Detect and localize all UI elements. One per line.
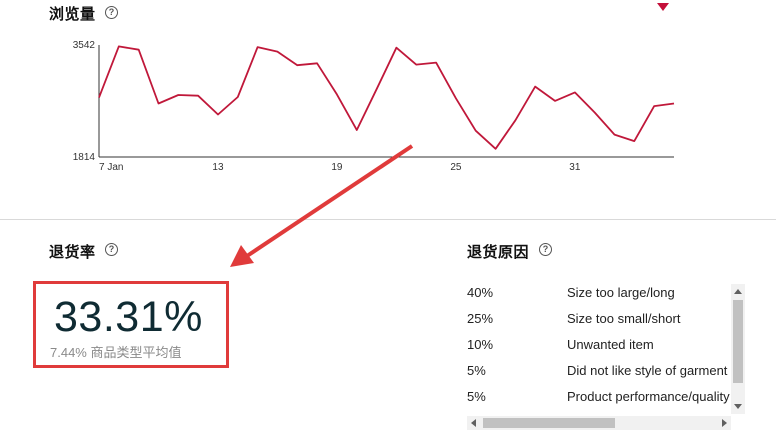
reason-percent: 40% <box>467 285 494 300</box>
y-tick-label: 3542 <box>73 40 96 51</box>
x-tick-label: 19 <box>331 162 343 173</box>
reason-percent: 5% <box>467 389 486 404</box>
question-circle-icon[interactable]: ? <box>539 243 552 256</box>
scroll-left-icon[interactable] <box>471 419 476 427</box>
reason-percent: 25% <box>467 311 494 326</box>
x-tick-label: 25 <box>450 162 462 173</box>
x-tick-label: 13 <box>212 162 224 173</box>
reason-percent: 10% <box>467 337 494 352</box>
scroll-up-icon[interactable] <box>734 289 742 294</box>
reason-label: Unwanted item <box>567 337 654 352</box>
section-divider <box>0 219 776 220</box>
vertical-scrollbar[interactable] <box>731 284 745 414</box>
pageviews-title: 浏览量 <box>49 6 96 23</box>
return-rate-highlight-box: 33.31% 7.44% 商品类型平均值 <box>33 281 229 368</box>
scrollbar-thumb[interactable] <box>483 418 615 428</box>
reason-label: Product performance/quality <box>567 389 730 404</box>
reason-label: Did not like style of garment <box>567 363 728 378</box>
return-rate-benchmark: 7.44% 商品类型平均值 <box>50 345 182 360</box>
return-rate-title: 退货率 <box>49 244 96 261</box>
question-circle-icon[interactable]: ? <box>105 6 118 19</box>
x-tick-label: 31 <box>569 162 581 173</box>
x-tick-label: 7 Jan <box>99 162 123 173</box>
return-reasons-title: 退货原因 <box>467 244 530 261</box>
scrollbar-thumb[interactable] <box>733 300 743 383</box>
y-tick-label: 1814 <box>73 152 96 163</box>
scroll-right-icon[interactable] <box>722 419 727 427</box>
return-reasons-list[interactable]: 40% Size too large/long 25% Size too sma… <box>467 283 731 415</box>
arrow-head <box>230 245 254 267</box>
triangle-down-icon[interactable] <box>657 3 669 11</box>
reason-label: Size too small/short <box>567 311 681 326</box>
series-line <box>98 45 675 150</box>
pageviews-line-chart: 3542 18147 Jan 13 19 25 31 <box>73 40 675 173</box>
reason-percent: 5% <box>467 363 486 378</box>
scroll-down-icon[interactable] <box>734 404 742 409</box>
reason-label: Size too large/long <box>567 285 675 300</box>
question-circle-icon[interactable]: ? <box>105 243 118 256</box>
pageviews-section: 浏览量 ? 3542 1814 7 Jan 13 19 25 31 <box>0 0 776 219</box>
return-rate-value: 33.31% <box>54 293 203 341</box>
horizontal-scrollbar[interactable] <box>467 416 731 430</box>
